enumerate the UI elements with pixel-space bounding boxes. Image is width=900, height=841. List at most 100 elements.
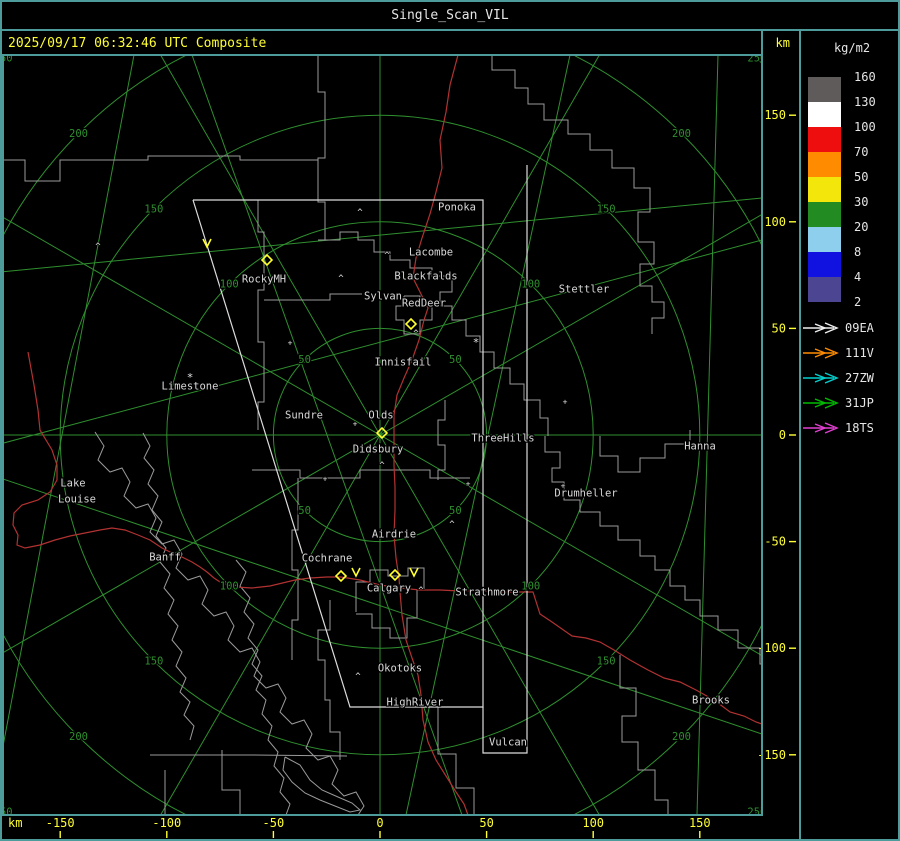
city-label: HighRiver — [387, 697, 444, 709]
window-title: Single_Scan_VIL — [391, 8, 509, 23]
x-axis-tick-label: -100 — [152, 816, 181, 830]
city-label: Ponoka — [438, 202, 476, 214]
city-marker-caret: ^ — [355, 672, 361, 682]
y-axis-tick-label: 100 — [764, 215, 786, 229]
legend-swatch — [808, 77, 841, 102]
y-axis-tick-label: 0 — [779, 428, 786, 442]
legend-swatch — [808, 277, 841, 302]
city-label: Louise — [58, 494, 96, 506]
city-marker-star: * — [187, 371, 194, 384]
city-marker-star: * — [473, 336, 480, 349]
city-label: Lacombe — [409, 247, 453, 259]
ring-distance-label: 200 — [69, 731, 88, 743]
city-label: RedDeer — [402, 298, 446, 310]
city-marker-cross: + — [288, 339, 293, 348]
x-axis-tick-label: 0 — [376, 816, 383, 830]
ring-distance-label: 50 — [449, 505, 462, 517]
ring-distance-label: 50 — [449, 354, 462, 366]
y-axis-tick-label: 50 — [772, 321, 786, 335]
legend-swatch — [808, 177, 841, 202]
ring-distance-label: 150 — [597, 203, 616, 215]
city-label: ThreeHills — [471, 433, 534, 445]
city-marker-caret: ^ — [413, 329, 419, 339]
radar-viewer-window: Single_Scan_VIL 2025/09/17 06:32:46 UTC … — [0, 0, 900, 841]
city-marker-caret: ^ — [338, 274, 344, 284]
radar-id-label: 111V — [845, 346, 874, 360]
city-label: Lake — [60, 478, 85, 490]
legend-value: 30 — [854, 195, 868, 209]
city-label: Calgary — [367, 583, 411, 595]
legend-swatch — [808, 252, 841, 277]
city-marker-cross: + — [323, 475, 328, 484]
legend-swatch — [808, 227, 841, 252]
city-marker-caret: ^ — [95, 242, 101, 252]
legend-value: 70 — [854, 145, 868, 159]
city-label: Innisfail — [375, 357, 432, 369]
right-axis-unit-label: km — [776, 36, 790, 50]
city-marker-caret: ^ — [357, 208, 363, 218]
city-marker-cross: + — [466, 480, 471, 489]
ring-distance-label: 100 — [521, 580, 540, 592]
city-label: Strathmore — [455, 587, 518, 599]
legend-value: 100 — [854, 120, 876, 134]
city-label: Olds — [368, 410, 393, 422]
city-marker-cross: + — [563, 398, 568, 407]
city-marker-cross: + — [353, 420, 358, 429]
city-label: Cochrane — [302, 553, 353, 565]
legend-value: 8 — [854, 245, 861, 259]
ring-distance-label: 150 — [597, 656, 616, 668]
legend-value: 160 — [854, 70, 876, 84]
legend-swatch — [808, 202, 841, 227]
x-axis-tick-label: 100 — [582, 816, 604, 830]
city-label: RockyMH — [242, 274, 286, 286]
x-axis-tick-label: 150 — [689, 816, 711, 830]
ring-distance-label: 150 — [144, 203, 163, 215]
city-label: Blackfalds — [394, 271, 457, 283]
city-marker-cross: + — [561, 482, 566, 491]
ring-distance-label: 100 — [521, 279, 540, 291]
legend-swatch — [808, 152, 841, 177]
ring-distance-label: 100 — [220, 279, 239, 291]
city-label: Airdrie — [372, 529, 416, 541]
bottom-axis-unit-label: km — [8, 816, 22, 830]
city-label: Okotoks — [378, 663, 422, 675]
city-marker-caret: ^ — [384, 251, 390, 261]
city-label: Sylvan — [364, 291, 402, 303]
radar-id-label: 27ZW — [845, 371, 875, 385]
timestamp-label: 2025/09/17 06:32:46 UTC Composite — [8, 36, 266, 51]
x-axis-tick-label: -150 — [46, 816, 75, 830]
title-bar: Single_Scan_VIL — [391, 8, 509, 23]
city-label: Banff — [149, 552, 181, 564]
city-label: Hanna — [684, 441, 716, 453]
x-axis-tick-label: -50 — [263, 816, 285, 830]
city-marker-caret: ^ — [449, 520, 455, 530]
ring-distance-label: 200 — [69, 128, 88, 140]
radar-id-label: 09EA — [845, 321, 875, 335]
ring-distance-label: 200 — [672, 128, 691, 140]
ring-distance-label: 200 — [672, 731, 691, 743]
city-label: Vulcan — [489, 737, 527, 749]
radar-id-label: 31JP — [845, 396, 874, 410]
ring-distance-label: 50 — [298, 354, 311, 366]
city-label: Sundre — [285, 410, 323, 422]
legend-swatch — [808, 127, 841, 152]
city-marker-caret: ^ — [379, 461, 385, 471]
legend-value: 50 — [854, 170, 868, 184]
window-background — [0, 0, 900, 841]
x-axis-tick-label: 50 — [479, 816, 493, 830]
y-axis-tick-label: 150 — [764, 108, 786, 122]
legend-value: 2 — [854, 295, 861, 309]
radar-id-label: 18TS — [845, 421, 874, 435]
city-label: Brooks — [692, 695, 730, 707]
ring-distance-label: 100 — [220, 580, 239, 592]
ring-distance-label: 150 — [144, 656, 163, 668]
ring-distance-label: 50 — [298, 505, 311, 517]
legend-unit-label: kg/m2 — [834, 41, 870, 55]
city-label: Stettler — [559, 284, 610, 296]
city-marker-caret: ^ — [418, 586, 424, 596]
legend-swatch — [808, 102, 841, 127]
legend-value: 130 — [854, 95, 876, 109]
y-axis-tick-label: -50 — [764, 535, 786, 549]
legend-value: 4 — [854, 270, 861, 284]
legend-value: 20 — [854, 220, 868, 234]
